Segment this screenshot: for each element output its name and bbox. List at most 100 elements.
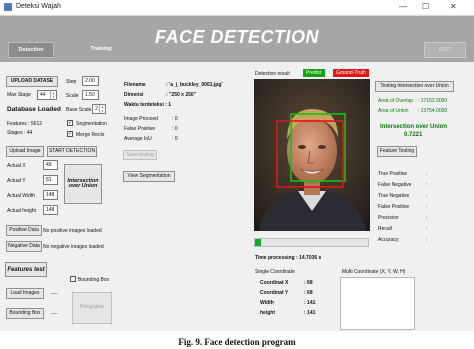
- merge-rects-label: Merge Rects: [76, 132, 105, 138]
- false-positive-r-label: False Positive: [378, 204, 410, 210]
- pengujian-button[interactable]: Pengujian: [72, 292, 112, 324]
- filename-value: : 'a_j_buckley_0001.jpg': [166, 82, 223, 88]
- multi-coordinate-list[interactable]: [340, 277, 415, 330]
- upload-image-button[interactable]: Upload Image: [6, 146, 44, 157]
- true-negative-colon: :: [426, 193, 428, 199]
- accuracy-label: Accuracy: [378, 237, 399, 243]
- title-bar: Deteksi Wajah — ☐ ✕: [0, 0, 474, 16]
- area-union-label: Area of Union: [378, 108, 409, 114]
- false-negative-label: False Negative: [378, 182, 412, 188]
- average-iou-value: : 0: [172, 136, 178, 142]
- actual-height-label: Actual height: [7, 208, 36, 214]
- base-scale-spinner[interactable]: 2 ▴ ▾: [92, 104, 106, 114]
- actual-height-input[interactable]: 148: [43, 205, 58, 215]
- false-positive-label: False Positive: [124, 126, 156, 132]
- view-segmentation-button[interactable]: View Segmentation: [123, 171, 175, 182]
- segmentation-label: Segmentation: [76, 121, 107, 127]
- recall-colon: :: [426, 226, 428, 232]
- true-negative-label: True Negative: [378, 193, 410, 199]
- actual-width-label: Actual Width: [7, 193, 36, 199]
- bounding-box-checkbox[interactable]: [70, 276, 76, 282]
- database-status: Database Loaded: [7, 106, 61, 113]
- actual-x-label: Actual X: [7, 163, 26, 169]
- height-value: : 141: [304, 310, 316, 316]
- step-input[interactable]: 2.00: [82, 76, 99, 86]
- features-test-button[interactable]: Features test: [5, 262, 47, 277]
- figure-caption: Fig. 9. Face detection program: [178, 337, 296, 347]
- recall-label: Recall: [378, 226, 392, 232]
- actual-y-label: Actual Y: [7, 178, 26, 184]
- area-overlap-label: Area of Overlap: [378, 98, 414, 104]
- scale-input[interactable]: 1.50: [82, 90, 99, 100]
- average-iou-label: Average IoU: [124, 136, 152, 142]
- time-processing: Time processing : 14.7036 s: [255, 255, 322, 261]
- base-scale-label: Base Scale: [66, 107, 92, 113]
- true-positive-colon: :: [426, 171, 428, 177]
- window-title: Deteksi Wajah: [16, 3, 61, 10]
- negative-data-button[interactable]: Negative Data: [6, 241, 42, 252]
- ground-truth-tag: Ground-Truth: [333, 69, 369, 77]
- positive-data-button[interactable]: Positive Data: [6, 225, 42, 236]
- false-positive-value: : 0: [172, 126, 178, 132]
- detection-image: [254, 79, 370, 231]
- false-negative-colon: :: [426, 182, 428, 188]
- true-positive-label: True Positive: [378, 171, 407, 177]
- load-images-button[interactable]: Load Images: [6, 288, 44, 299]
- feature-testing-button[interactable]: Feature Testing: [377, 146, 417, 157]
- dimensi-value: : "250 x 250": [166, 92, 197, 98]
- width-value: : 141: [304, 300, 316, 306]
- width-label: Width: [260, 300, 274, 306]
- predict-tag: Predict: [303, 69, 325, 77]
- negative-status: No negative images loaded: [43, 244, 104, 250]
- false-positive-r-colon: :: [426, 204, 428, 210]
- precision-label: Precision: [378, 215, 399, 221]
- actual-y-input[interactable]: 81: [43, 175, 58, 185]
- progress-bar: [254, 238, 369, 247]
- filename-label: Filename: [124, 82, 146, 88]
- accuracy-colon: :: [426, 237, 428, 243]
- start-detection-button[interactable]: START DETECTION: [47, 146, 97, 157]
- dimensi-label: Dimensi: [124, 92, 144, 98]
- image-proceed-value: : 0: [172, 116, 178, 122]
- app-window: Deteksi Wajah — ☐ ✕ Detection Training F…: [0, 0, 474, 331]
- coord-y-label: Coordinat Y: [260, 290, 289, 296]
- actual-width-input[interactable]: 148: [43, 190, 58, 200]
- detection-result-label: Detection result: [255, 71, 290, 77]
- bounding-box-label: Bounding Box: [78, 277, 110, 283]
- tab-training[interactable]: Training: [76, 42, 126, 56]
- coord-y-value: : 68: [304, 290, 313, 296]
- segmentation-checkbox[interactable]: ✓: [67, 120, 73, 126]
- upload-dataset-button[interactable]: UPLOAD DATASE: [6, 76, 58, 87]
- coord-x-label: Coordinat X: [260, 280, 289, 286]
- exit-button[interactable]: EXIT: [424, 42, 466, 58]
- app-icon: [4, 3, 12, 11]
- load-images-value: ----: [51, 291, 58, 297]
- area-overlap-value: : 17152.0000: [418, 98, 448, 104]
- close-icon[interactable]: ✕: [450, 2, 457, 11]
- maximize-icon[interactable]: ☐: [422, 2, 429, 11]
- step-label: Step: [66, 79, 77, 85]
- positive-status: No positive images loaded: [43, 228, 102, 234]
- area-union-value: : 23754.0000: [418, 108, 448, 114]
- save-testing-button[interactable]: Save testing: [123, 150, 157, 160]
- bounding-box-button[interactable]: Bounding Box: [6, 308, 44, 319]
- page-title: FACE DETECTION: [155, 27, 320, 47]
- multi-coordinate-label: Multi Coordinate (X, Y, W, H): [342, 269, 406, 275]
- merge-rects-checkbox[interactable]: ✓: [67, 131, 73, 137]
- tab-detection[interactable]: Detection: [8, 42, 54, 58]
- stages-count: Stages : 44: [7, 130, 33, 136]
- precision-colon: :: [426, 215, 428, 221]
- max-stage-spinner[interactable]: 44 ▴ ▾: [37, 90, 57, 100]
- features-count: Features : 5612: [7, 121, 43, 127]
- actual-x-input[interactable]: 49: [43, 160, 58, 170]
- iou-value: 0.7221: [404, 132, 423, 138]
- progress-fill: [255, 239, 261, 246]
- intersection-over-union-button[interactable]: Intersection over Union: [64, 164, 102, 204]
- coord-x-value: : 68: [304, 280, 313, 286]
- image-proceed-label: Image Proceed: [124, 116, 158, 122]
- single-coordinate-label: Single Coordinate: [255, 269, 295, 275]
- max-stage-label: Max Stage: [7, 92, 31, 98]
- minimize-icon[interactable]: —: [399, 2, 407, 11]
- testing-iou-button[interactable]: Testing intersection over Union: [375, 81, 454, 92]
- iou-title: Intersection over Union: [380, 124, 448, 130]
